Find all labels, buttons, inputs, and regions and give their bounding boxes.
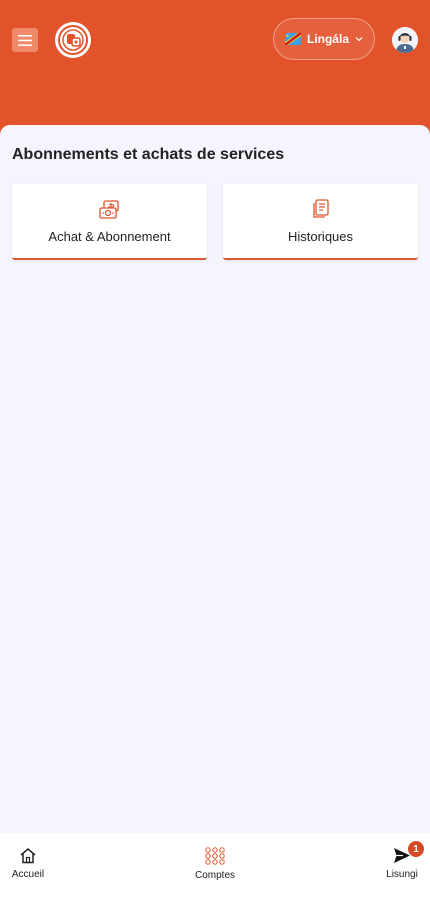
chevron-down-icon — [355, 37, 363, 42]
receipt-history-icon — [312, 199, 329, 218]
app-logo[interactable] — [55, 22, 91, 58]
nav-item-comptes[interactable]: Comptes — [190, 847, 240, 881]
notification-badge: 1 — [408, 841, 424, 857]
money-purchase-icon — [98, 200, 119, 219]
bottom-navigation: Accueil Comptes 1 Lisungi — [0, 833, 430, 900]
language-label: Lingála — [306, 32, 349, 46]
grid-dots-icon — [205, 847, 225, 865]
nav-item-lisungi[interactable]: 1 Lisungi — [382, 841, 424, 880]
nav-label: Comptes — [194, 870, 235, 881]
header-bar: Lingála — [0, 0, 430, 140]
nav-label: Accueil — [11, 869, 45, 880]
user-avatar[interactable] — [392, 27, 418, 53]
card-label: Historiques — [287, 229, 354, 244]
history-card[interactable]: Historiques — [223, 184, 418, 260]
logo-icon — [58, 25, 88, 55]
menu-button[interactable] — [12, 28, 38, 52]
drc-flag-icon — [284, 33, 301, 45]
nav-item-accueil[interactable]: Accueil — [8, 847, 48, 880]
nav-label: Lisungi — [386, 869, 418, 880]
language-selector[interactable]: Lingála — [273, 18, 375, 60]
hamburger-icon — [18, 34, 32, 46]
card-label: Achat & Abonnement — [48, 229, 171, 244]
main-content: Abonnements et achats de services Achat … — [0, 125, 430, 833]
section-title: Abonnements et achats de services — [12, 146, 285, 163]
home-icon — [20, 848, 36, 864]
user-avatar-icon — [392, 27, 418, 53]
purchase-subscription-card[interactable]: Achat & Abonnement — [12, 184, 207, 260]
